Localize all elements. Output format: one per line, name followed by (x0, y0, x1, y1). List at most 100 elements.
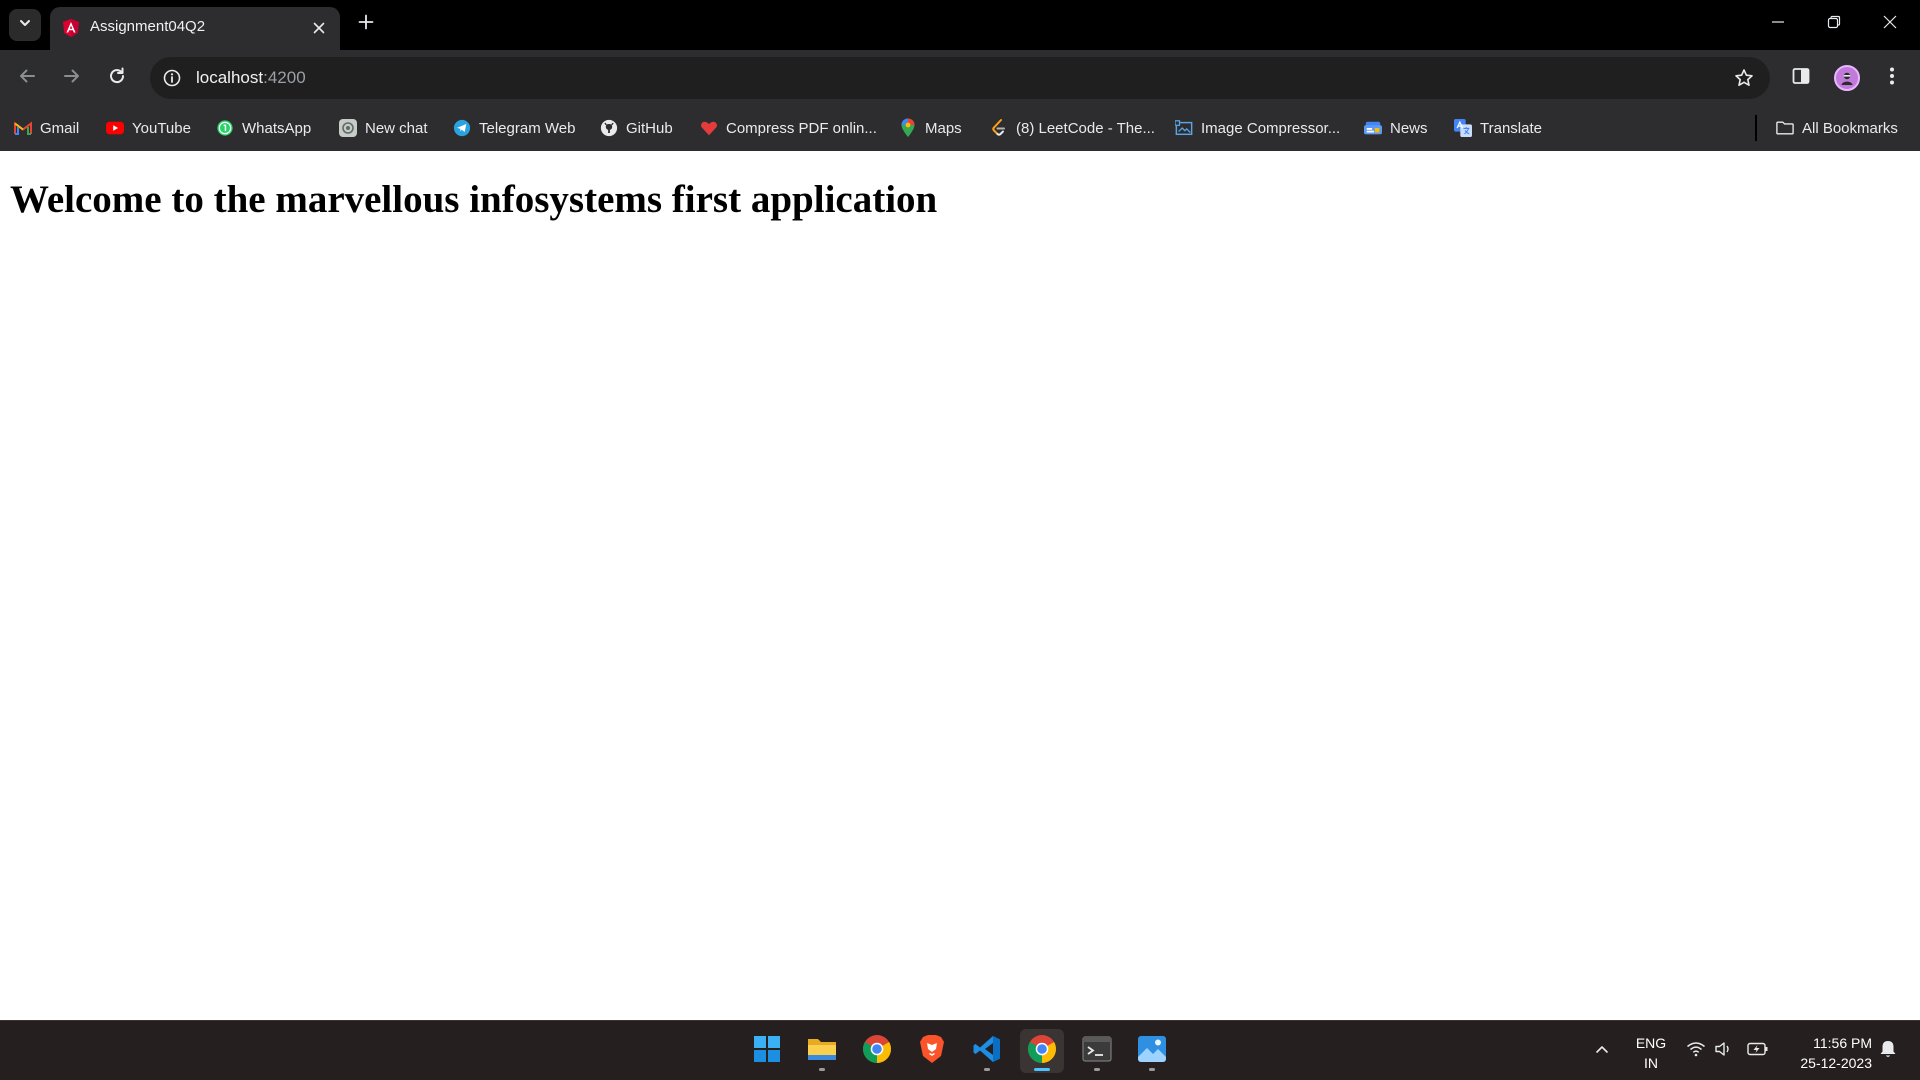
plus-icon (358, 14, 374, 35)
github-icon (600, 119, 618, 137)
vscode-icon (972, 1034, 1002, 1069)
gmail-icon (14, 119, 32, 137)
side-panel-icon (1791, 66, 1811, 91)
page-content: Welcome to the marvellous infosystems fi… (0, 151, 1920, 1020)
bell-icon (1879, 1039, 1897, 1064)
taskbar-brave[interactable] (910, 1029, 954, 1073)
bookmark-translate[interactable]: Translate (1454, 115, 1542, 141)
folder-icon (1776, 119, 1794, 137)
bookmark-image-compressor[interactable]: Image Compressor... (1175, 115, 1340, 141)
running-indicator (1094, 1068, 1100, 1071)
battery-charging-icon (1747, 1042, 1769, 1061)
active-tab[interactable]: Assignment04Q2 (50, 7, 340, 50)
language-region: IN (1644, 1055, 1658, 1071)
bookmark-label: GitHub (626, 119, 673, 137)
tray-battery[interactable] (1746, 1039, 1770, 1063)
terminal-icon (1082, 1036, 1112, 1067)
taskbar-file-explorer[interactable] (800, 1029, 844, 1073)
clock-time: 11:56 PM (1813, 1035, 1872, 1051)
kebab-menu-icon (1889, 66, 1895, 91)
chrome-menu-button[interactable] (1875, 61, 1909, 95)
bookmark-new-chat[interactable]: New chat (339, 115, 428, 141)
close-icon (1883, 15, 1897, 34)
bookmark-label: (8) LeetCode - The... (1016, 119, 1155, 137)
restore-icon (1827, 15, 1841, 34)
bookmark-gmail[interactable]: Gmail (14, 115, 79, 141)
taskbar-photos[interactable] (1130, 1029, 1174, 1073)
windows-taskbar: ENG IN 11:56 PM 25-12-2023 (0, 1020, 1920, 1080)
tray-overflow-button[interactable] (1590, 1039, 1614, 1063)
active-indicator (1034, 1068, 1050, 1071)
taskbar-chrome[interactable] (855, 1029, 899, 1073)
taskbar-vscode[interactable] (965, 1029, 1009, 1073)
chevron-down-icon (18, 16, 32, 35)
language-indicator[interactable]: ENG IN (1626, 1033, 1676, 1073)
notifications-button[interactable] (1876, 1039, 1900, 1063)
all-bookmarks-label: All Bookmarks (1802, 119, 1898, 137)
forward-button[interactable] (55, 61, 89, 95)
file-explorer-icon (807, 1036, 837, 1067)
pdf-heart-icon (700, 119, 718, 137)
bookmark-label: Image Compressor... (1201, 119, 1341, 137)
bookmark-label: Compress PDF onlin... (726, 119, 877, 137)
page-heading: Welcome to the marvellous infosystems fi… (10, 178, 938, 221)
bookmark-compress-pdf[interactable]: Compress PDF onlin... (700, 115, 877, 141)
bookmark-leetcode[interactable]: (8) LeetCode - The... (990, 115, 1155, 141)
tab-search-button[interactable] (9, 9, 41, 41)
arrow-left-icon (17, 66, 37, 91)
chatgpt-icon (339, 119, 357, 137)
reload-icon (107, 66, 127, 91)
bookmark-youtube[interactable]: YouTube (106, 115, 191, 141)
leetcode-icon (990, 119, 1008, 137)
running-indicator (819, 1068, 825, 1071)
bookmarks-bar: Gmail YouTube WhatsApp New chat Telegram… (0, 107, 1920, 151)
photos-icon (1137, 1035, 1167, 1068)
close-window-button[interactable] (1862, 0, 1918, 48)
bookmark-label: YouTube (132, 119, 191, 137)
bookmark-label: Translate (1480, 119, 1542, 137)
language-code: ENG (1635, 1035, 1667, 1051)
all-bookmarks-button[interactable]: All Bookmarks (1776, 115, 1898, 141)
bookmark-news[interactable]: News (1364, 115, 1428, 141)
avatar (1834, 65, 1860, 91)
youtube-icon (106, 119, 124, 137)
site-info-icon[interactable] (160, 66, 184, 90)
tab-title: Assignment04Q2 (90, 18, 206, 35)
bookmark-label: New chat (365, 119, 428, 137)
new-tab-button[interactable] (352, 10, 380, 38)
bookmark-star-icon[interactable] (1732, 66, 1756, 90)
chrome-active-icon (1027, 1034, 1057, 1069)
url-text[interactable]: localhost:4200 (196, 68, 306, 88)
url-port: :4200 (263, 68, 306, 87)
bookmark-maps[interactable]: Maps (899, 115, 962, 141)
bookmark-github[interactable]: GitHub (600, 115, 673, 141)
back-button[interactable] (10, 61, 44, 95)
side-panel-button[interactable] (1784, 61, 1818, 95)
taskbar-start[interactable] (745, 1029, 789, 1073)
image-compressor-icon (1175, 119, 1193, 137)
bookmark-label: Telegram Web (479, 119, 576, 137)
taskbar-chrome-active[interactable] (1020, 1029, 1064, 1073)
maps-pin-icon (899, 118, 917, 137)
bookmark-label: WhatsApp (242, 119, 312, 137)
running-indicator (984, 1068, 990, 1071)
bookmark-whatsapp[interactable]: WhatsApp (216, 115, 311, 141)
arrow-right-icon (62, 66, 82, 91)
brave-icon (919, 1034, 945, 1069)
minimize-button[interactable] (1750, 0, 1806, 48)
profile-button[interactable] (1830, 61, 1864, 95)
minimize-icon (1771, 15, 1785, 34)
system-clock[interactable]: 11:56 PM 25-12-2023 (1778, 1033, 1872, 1073)
restore-button[interactable] (1806, 0, 1862, 48)
address-bar[interactable]: localhost:4200 (150, 57, 1770, 99)
chrome-icon (862, 1034, 892, 1069)
news-icon (1364, 119, 1382, 137)
tray-wifi[interactable] (1684, 1039, 1708, 1063)
taskbar-terminal[interactable] (1075, 1029, 1119, 1073)
translate-icon (1454, 119, 1472, 137)
tray-volume[interactable] (1712, 1039, 1736, 1063)
close-tab-icon[interactable] (308, 17, 330, 39)
reload-button[interactable] (100, 61, 134, 95)
bookmark-telegram[interactable]: Telegram Web (453, 115, 575, 141)
bookmarks-separator (1755, 115, 1757, 141)
